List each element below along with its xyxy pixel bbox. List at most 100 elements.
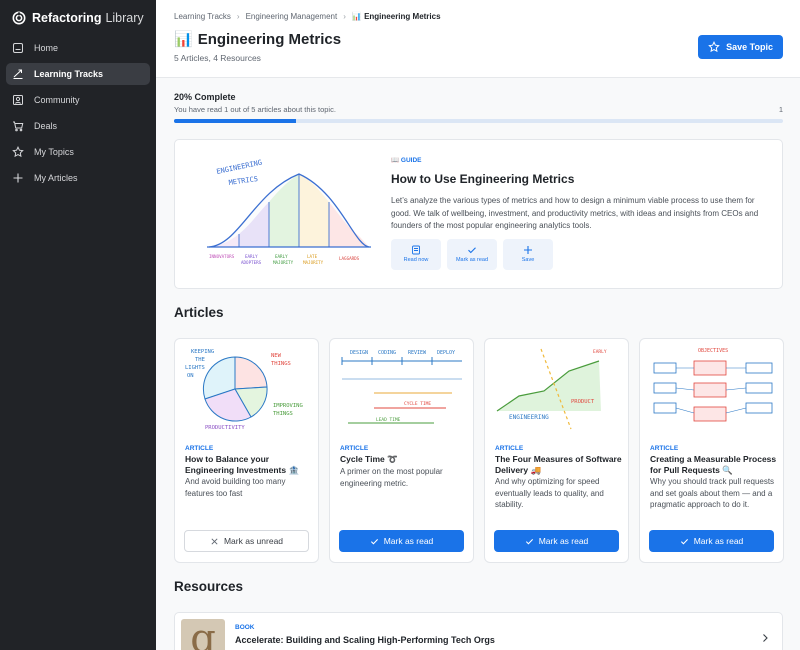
article-title[interactable]: Creating a Measurable Process for Pull R… <box>650 454 778 475</box>
article-tag: ARTICLE <box>495 445 524 452</box>
article-tag: ARTICLE <box>650 445 679 452</box>
article-title[interactable]: Cycle Time ➰ <box>340 454 468 465</box>
close-icon <box>211 537 218 545</box>
star-icon <box>12 146 24 158</box>
article-description: Why you should track pull requests and s… <box>650 477 775 509</box>
breadcrumb-separator: › <box>343 12 346 21</box>
pull-request-process-illustration: OBJECTIVES <box>653 348 773 422</box>
graph-trend-icon <box>13 69 23 79</box>
article-card[interactable]: PRODUCT EARLY ENGINEERING ARTICLE The Fo… <box>484 338 629 563</box>
progress-count: 1 <box>778 105 783 114</box>
chevron-right-icon[interactable] <box>760 633 770 643</box>
brand[interactable]: Refactoring Library <box>0 0 156 36</box>
svg-text:DESIGN: DESIGN <box>350 350 368 356</box>
progress-label: 20% Complete <box>174 92 236 102</box>
articles-heading: Articles <box>174 305 224 320</box>
topic-header: Learning Tracks › Engineering Management… <box>156 0 800 78</box>
sidebar-item-label: Deals <box>34 121 58 131</box>
check-icon <box>525 538 533 545</box>
svg-text:EARLY: EARLY <box>593 349 607 355</box>
svg-text:ON: ON <box>187 373 194 379</box>
sidebar-item-my-articles[interactable]: My Articles <box>6 167 150 189</box>
mark-as-read-button[interactable]: Mark as read <box>447 238 497 270</box>
svg-text:CODING: CODING <box>378 350 396 356</box>
home-icon <box>13 43 23 53</box>
svg-text:PRODUCT: PRODUCT <box>571 399 595 405</box>
pie-sketch-illustration: KEEPING THE LIGHTS ON NEW THINGS IMPROVI… <box>185 349 303 431</box>
save-topic-button[interactable]: Save Topic <box>698 35 783 59</box>
guide-actions: Read now Mark as read Save <box>391 238 766 270</box>
article-description: A primer on the most popular engineering… <box>340 467 443 488</box>
svg-text:CYCLE TIME: CYCLE TIME <box>404 401 431 407</box>
progress-section: 20% Complete You have read 1 out of 5 ar… <box>174 92 783 123</box>
svg-text:NEW: NEW <box>271 353 282 359</box>
breadcrumb-separator: › <box>236 12 240 21</box>
article-description: And avoid building too many features too… <box>185 477 286 498</box>
breadcrumb-item[interactable]: Engineering Management <box>246 12 338 21</box>
resource-item[interactable]: g BOOK Accelerate: Building and Scaling … <box>174 612 783 650</box>
svg-text:PRODUCTIVITY: PRODUCTIVITY <box>205 425 245 431</box>
main-content: Learning Tracks › Engineering Management… <box>156 0 800 650</box>
guide-tag: 📖 GUIDE <box>391 157 422 164</box>
svg-text:THE: THE <box>195 357 205 363</box>
save-button[interactable]: Save <box>503 238 553 270</box>
star-icon <box>708 41 720 53</box>
community-icon <box>13 95 23 105</box>
guide-card[interactable]: ENGINEERING METRICS INNOVATORS EARLY ADO… <box>174 139 783 289</box>
sidebar-item-label: Learning Tracks <box>34 69 104 79</box>
resource-tag: BOOK <box>235 624 255 631</box>
article-title[interactable]: The Four Measures of Software Delivery 🚚 <box>495 454 623 475</box>
page-title-text: Engineering Metrics <box>197 30 342 48</box>
button-label: Mark as unread <box>223 536 284 546</box>
svg-text:METRICS: METRICS <box>228 175 258 187</box>
mark-as-read-button[interactable]: Mark as read <box>494 530 619 552</box>
resource-title[interactable]: Accelerate: Building and Scaling High-Pe… <box>235 635 495 645</box>
guide-title[interactable]: How to Use Engineering Metrics <box>391 172 766 186</box>
brand-suffix: Library <box>105 11 144 25</box>
svg-text:KEEPING: KEEPING <box>191 349 214 355</box>
article-card[interactable]: KEEPING THE LIGHTS ON NEW THINGS IMPROVI… <box>174 338 319 563</box>
sidebar-item-community[interactable]: Community <box>6 89 150 111</box>
svg-text:ADOPTERS: ADOPTERS <box>241 260 262 265</box>
breadcrumb-current: 📊 Engineering Metrics <box>351 12 441 21</box>
button-label: Mark as read <box>693 536 744 546</box>
refactoring-logo-icon <box>12 11 26 25</box>
mark-as-read-button[interactable]: Mark as read <box>649 530 774 552</box>
breadcrumb: Learning Tracks › Engineering Management… <box>174 12 441 21</box>
sidebar-item-label: My Articles <box>34 173 78 183</box>
article-title[interactable]: How to Balance your Engineering Investme… <box>185 454 313 475</box>
mark-as-read-button[interactable]: Mark as read <box>339 530 464 552</box>
sidebar-item-learning-tracks[interactable]: Learning Tracks <box>6 63 150 85</box>
button-label: Mark as read <box>538 536 589 546</box>
progress-detail-row: You have read 1 out of 5 articles about … <box>174 105 783 114</box>
article-tag: ARTICLE <box>185 445 214 452</box>
article-card[interactable]: OBJECTIVES ARTICLE Creating a Measurable… <box>639 338 784 563</box>
sidebar-item-label: Home <box>34 43 59 53</box>
check-icon <box>370 538 378 545</box>
guide-body: 📖 GUIDE How to Use Engineering Metrics L… <box>391 156 766 270</box>
brand-name: Refactoring <box>32 11 102 25</box>
sidebar-nav: Home Learning Tracks Community Deals My … <box>0 37 156 189</box>
article-card[interactable]: DESIGN CODING REVIEW DEPLOY CYCLE TIME L… <box>329 338 474 563</box>
svg-text:EARLY: EARLY <box>245 254 258 259</box>
svg-text:OBJECTIVES: OBJECTIVES <box>698 348 728 354</box>
sidebar: Refactoring Library Home Learning Tracks… <box>0 0 156 650</box>
svg-text:THINGS: THINGS <box>271 361 291 367</box>
svg-text:DEPLOY: DEPLOY <box>437 350 455 356</box>
breadcrumb-item[interactable]: Learning Tracks <box>174 12 231 21</box>
mark-as-unread-button[interactable]: Mark as unread <box>184 530 309 552</box>
svg-text:THINGS: THINGS <box>273 411 293 417</box>
save-label: Save <box>521 257 535 263</box>
book-open-icon <box>412 245 420 255</box>
check-icon <box>468 247 476 254</box>
sidebar-item-home[interactable]: Home <box>6 37 150 59</box>
progress-bar-fill <box>174 119 296 123</box>
cycle-time-illustration: DESIGN CODING REVIEW DEPLOY CYCLE TIME L… <box>341 350 462 424</box>
chart-emoji-icon: 📊 <box>174 31 193 48</box>
sidebar-item-deals[interactable]: Deals <box>6 115 150 137</box>
save-topic-label: Save Topic <box>726 42 773 52</box>
sidebar-item-my-topics[interactable]: My Topics <box>6 141 150 163</box>
plus-icon <box>13 173 23 183</box>
articles-list: KEEPING THE LIGHTS ON NEW THINGS IMPROVI… <box>174 338 784 563</box>
read-now-button[interactable]: Read now <box>391 238 441 270</box>
